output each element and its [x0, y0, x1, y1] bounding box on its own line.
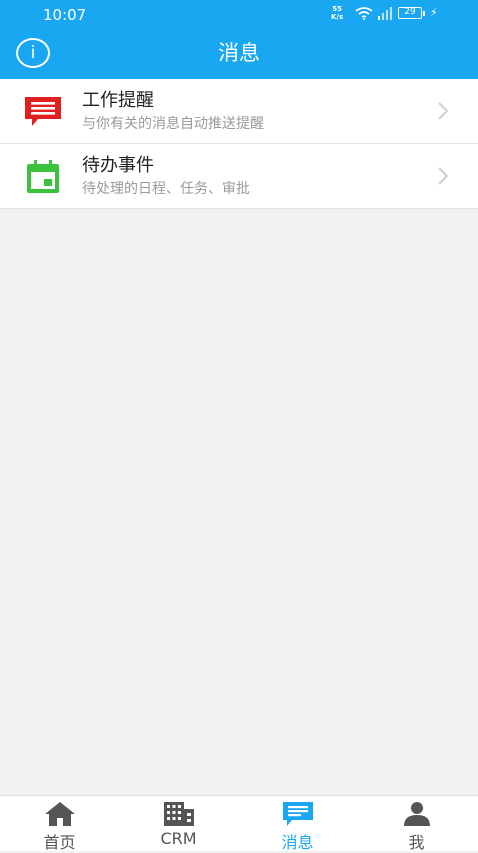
network-speed-unit: K/s: [331, 13, 344, 21]
status-bar: 10:07 55 K/s 29 ⚡: [0, 0, 478, 28]
battery-icon: 29: [398, 7, 425, 19]
message-icon: [25, 97, 61, 126]
status-time: 10:07: [43, 6, 87, 24]
battery-level: 29: [404, 7, 416, 17]
home-icon: [45, 802, 75, 826]
tab-label: 我: [408, 833, 425, 852]
tab-messages[interactable]: 消息: [238, 796, 357, 852]
page-title: 消息: [218, 41, 260, 65]
person-icon: [404, 802, 430, 826]
tab-crm[interactable]: CRM: [119, 796, 238, 851]
tab-label: CRM: [160, 829, 197, 848]
calendar-icon: [27, 160, 59, 193]
message-list: 工作提醒 与你有关的消息自动推送提醒 待办事件 待处理的日程、任务、审批: [0, 79, 478, 209]
top-bar: 10:07 55 K/s 29 ⚡ i 消息: [0, 0, 478, 79]
list-item-todo-events[interactable]: 待办事件 待处理的日程、任务、审批: [0, 144, 478, 209]
charging-icon: ⚡: [430, 6, 438, 19]
tab-label: 首页: [43, 833, 76, 852]
item-subtitle: 待处理的日程、任务、审批: [82, 181, 250, 197]
chevron-right-icon: [438, 102, 449, 120]
network-speed-value: 55: [332, 5, 342, 13]
tab-home[interactable]: 首页: [0, 796, 119, 852]
network-speed: 55 K/s: [331, 5, 343, 21]
item-subtitle: 与你有关的消息自动推送提醒: [82, 116, 264, 132]
list-item-work-reminder[interactable]: 工作提醒 与你有关的消息自动推送提醒: [0, 79, 478, 144]
signal-icon: [378, 7, 392, 20]
bottom-tab-bar: 首页 CRM 消息 我: [0, 795, 478, 852]
chat-icon: [283, 802, 313, 826]
item-title: 待办事件: [82, 155, 154, 176]
building-icon: [164, 802, 194, 826]
item-title: 工作提醒: [82, 90, 154, 111]
tab-label: 消息: [281, 833, 314, 852]
tab-me[interactable]: 我: [357, 796, 476, 852]
wifi-icon: [355, 7, 373, 20]
chevron-right-icon: [438, 167, 449, 185]
